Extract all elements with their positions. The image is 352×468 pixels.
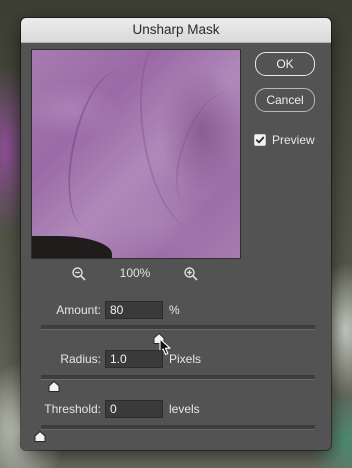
radius-slider-track[interactable]: [41, 375, 315, 380]
threshold-row: Threshold: levels: [21, 400, 331, 418]
threshold-input[interactable]: [105, 400, 163, 418]
radius-label: Radius:: [60, 352, 101, 366]
radius-slider-thumb[interactable]: [48, 379, 60, 392]
amount-input[interactable]: [105, 301, 163, 319]
amount-row: Amount: %: [21, 301, 331, 319]
amount-label: Amount:: [56, 303, 101, 317]
preview-dark-corner: [32, 236, 112, 258]
cancel-button[interactable]: Cancel: [255, 88, 315, 112]
preview-label: Preview: [272, 133, 315, 147]
radius-unit: Pixels: [169, 352, 202, 366]
threshold-unit: levels: [169, 402, 200, 416]
preview-toggle: Preview: [254, 133, 315, 147]
radius-row: Radius: Pixels: [21, 350, 331, 368]
dialog-title: Unsharp Mask: [21, 18, 331, 43]
threshold-slider-track[interactable]: [41, 425, 315, 430]
zoom-controls: 100%: [31, 264, 239, 284]
unsharp-mask-dialog: Unsharp Mask 100% OK Cancel Preview Amou…: [21, 18, 331, 450]
threshold-label: Threshold:: [44, 402, 101, 416]
threshold-slider-thumb[interactable]: [34, 429, 46, 442]
zoom-level: 100%: [119, 266, 151, 280]
radius-input[interactable]: [105, 350, 163, 368]
checkmark-icon: [255, 136, 265, 144]
ok-button[interactable]: OK: [255, 52, 315, 76]
amount-slider-track[interactable]: [41, 325, 315, 330]
zoom-in-icon[interactable]: [183, 266, 199, 282]
preview-checkbox[interactable]: [254, 134, 266, 146]
amount-unit: %: [169, 303, 180, 317]
preview-image[interactable]: [31, 49, 241, 259]
texture-vein: [56, 65, 150, 235]
